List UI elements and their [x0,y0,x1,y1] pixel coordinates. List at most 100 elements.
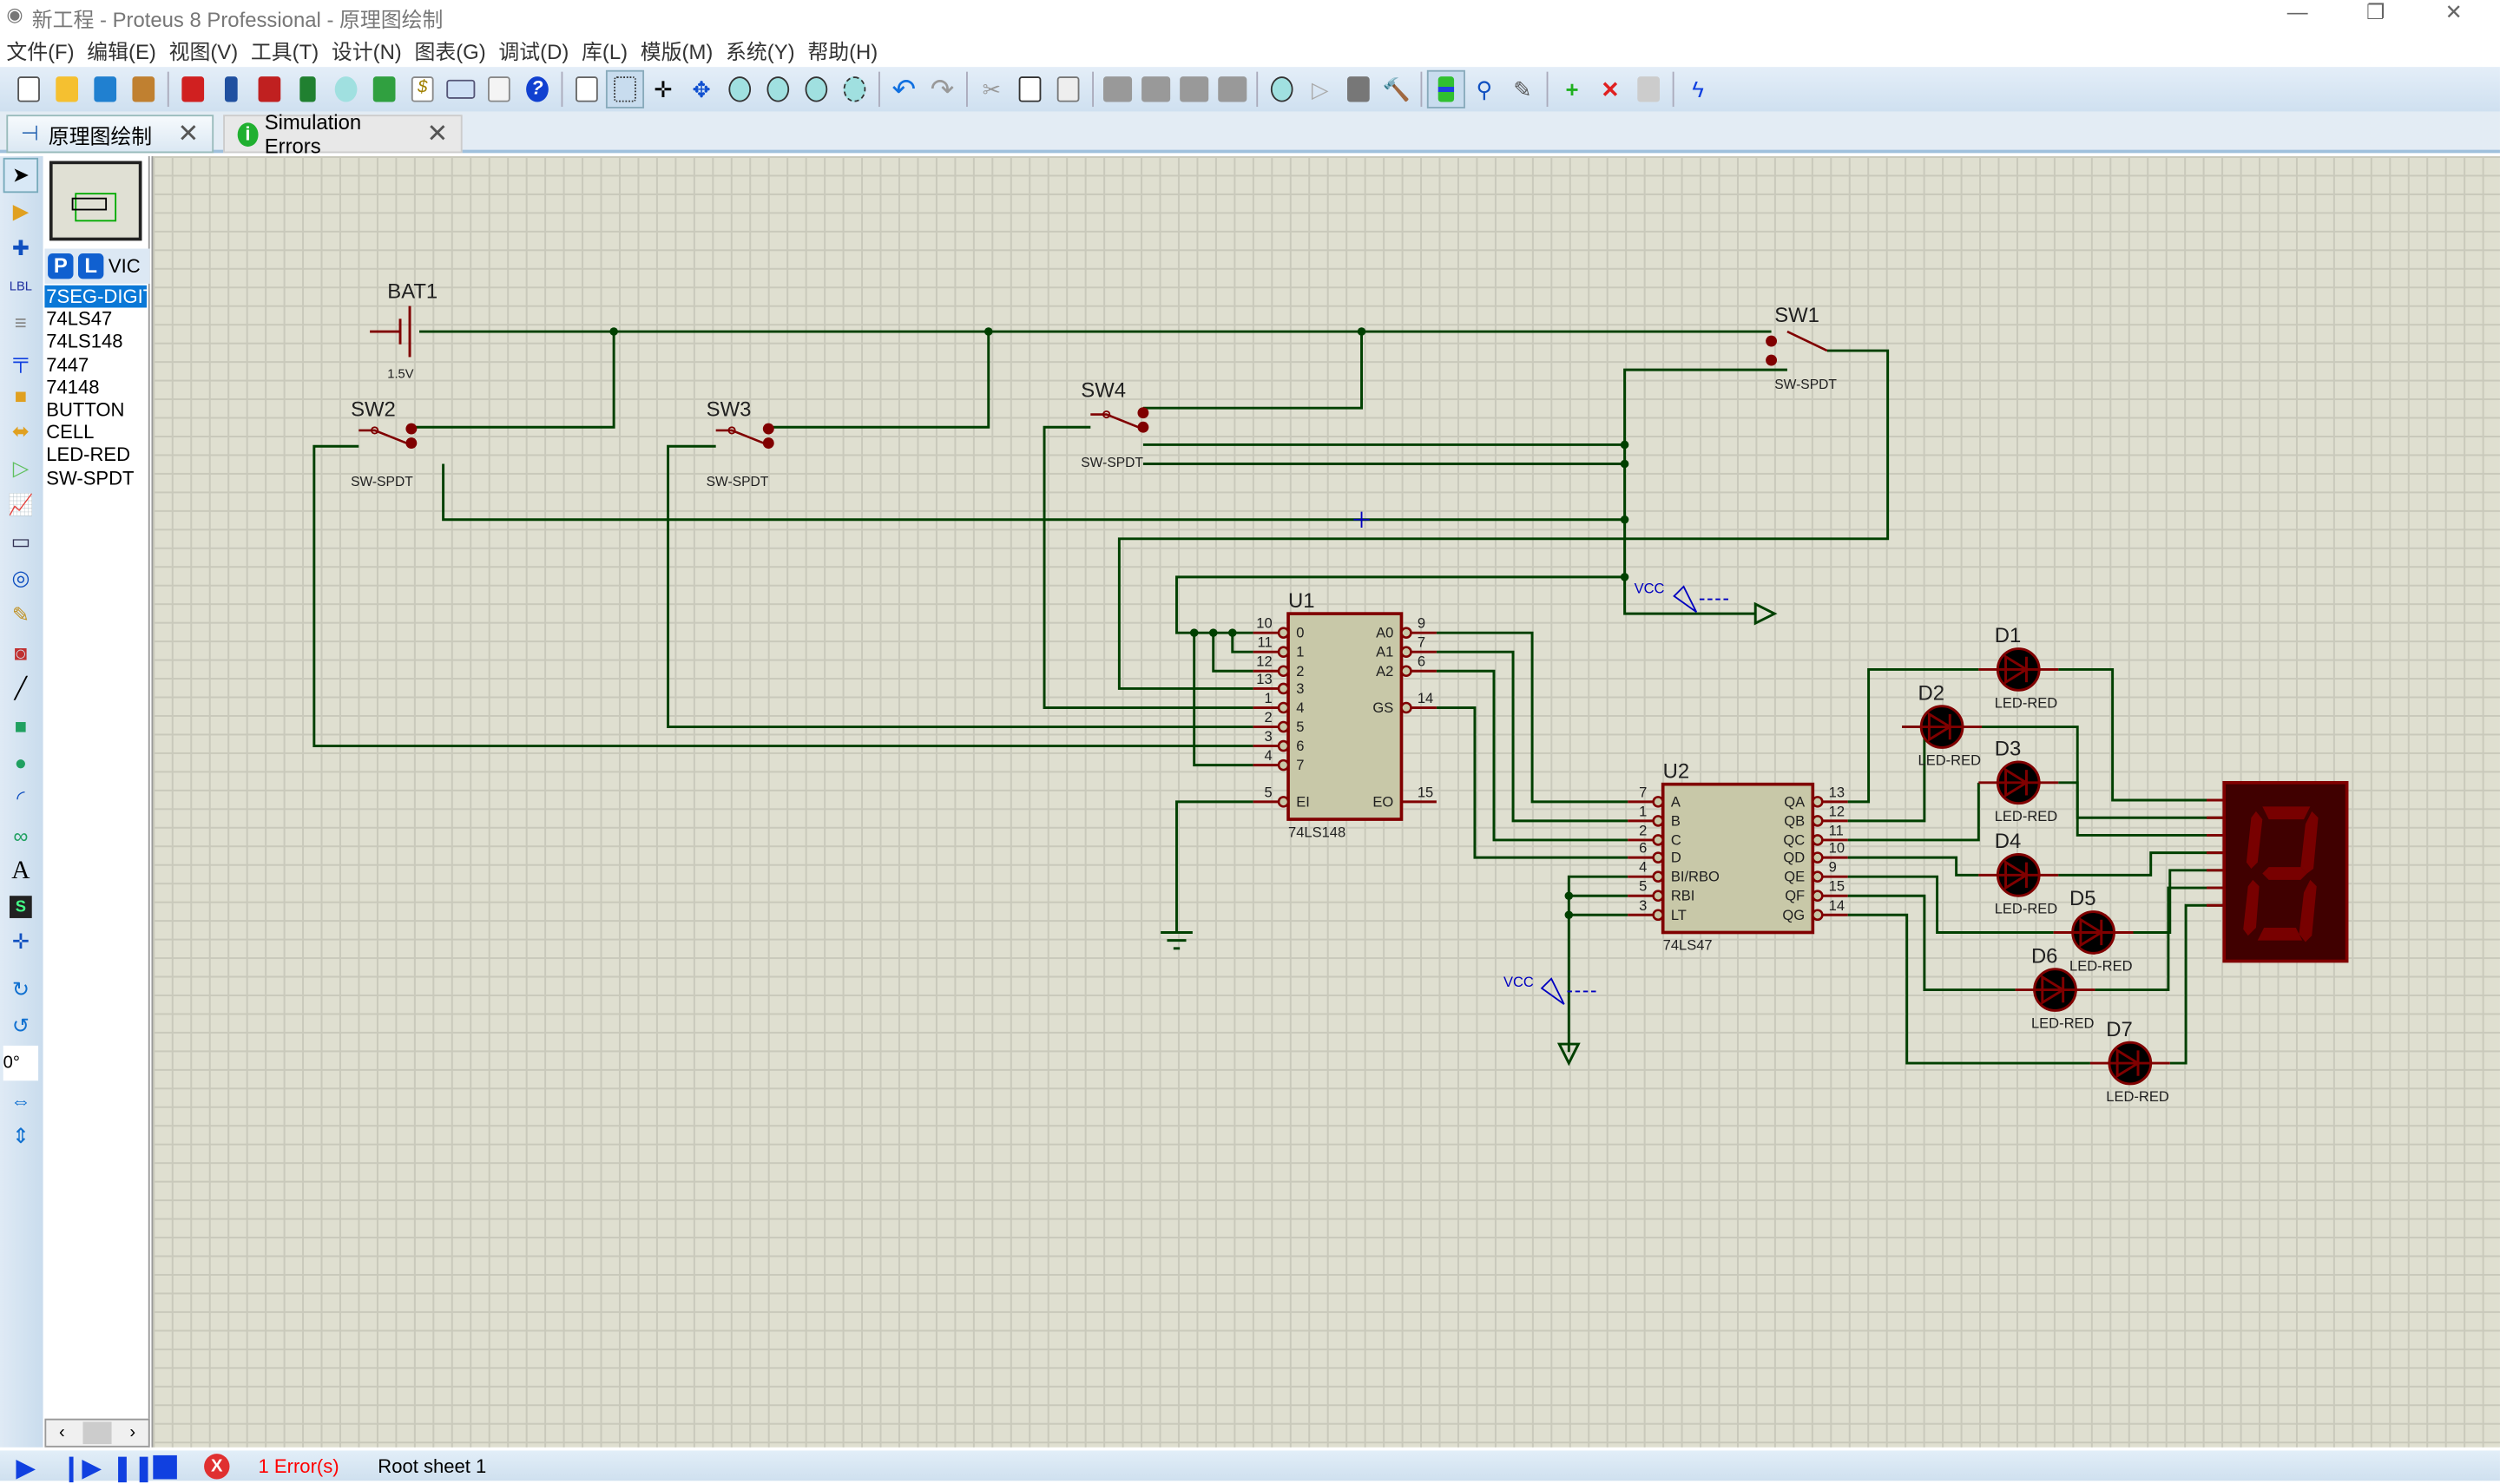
circle-icon[interactable]: ● [3,745,38,779]
pin-bubble[interactable] [1812,909,1824,922]
pause-button[interactable]: ❚❚ [112,1452,155,1484]
text-script-icon[interactable]: ≡ [3,305,38,339]
menu-library[interactable]: 库(L) [582,35,628,67]
arc-icon[interactable]: ◜ [3,781,38,816]
step-button[interactable]: ❙▶ [61,1452,102,1484]
zoom-out-icon[interactable] [759,70,797,108]
wire-label-icon[interactable]: LBL [3,268,38,303]
remove-sheet-icon[interactable]: ✕ [1591,70,1629,108]
rotate-anticlockwise-icon[interactable]: ↺ [3,1009,38,1044]
voltage-probe-icon[interactable]: ✎ [3,598,38,633]
device-item[interactable]: BUTTON [44,398,147,421]
terminals-icon[interactable]: ⬌ [3,415,38,450]
menu-help[interactable]: 帮助(H) [807,35,878,67]
property-assignment-icon[interactable]: ✎ [1503,70,1542,108]
pin-bubble[interactable] [1652,870,1664,883]
pcb-chip-icon[interactable] [250,70,288,108]
pin-bubble[interactable] [1812,890,1824,903]
pcb-layout-icon[interactable] [365,70,404,108]
switch-contact-icon[interactable] [405,423,418,435]
tape-recorder-icon[interactable]: ▭ [3,524,38,559]
pin-bubble[interactable] [1812,834,1824,846]
junction-dot[interactable] [1620,573,1629,581]
device-item[interactable]: SW-SPDT [44,466,147,489]
menu-file[interactable]: 文件(F) [6,35,74,67]
device-pins-icon[interactable]: ▷ [3,451,38,486]
pin-bubble[interactable] [1277,682,1290,695]
menu-tools[interactable]: 工具(T) [251,35,319,67]
device-item[interactable]: 7SEG-DIGIT [44,285,147,308]
play-button[interactable]: ▶ [16,1452,36,1484]
graph-mode-icon[interactable]: 📈 [3,488,38,522]
open-folder-icon[interactable] [48,70,86,108]
minimize-button[interactable]: — [2260,0,2333,32]
pin-bubble[interactable] [1277,758,1290,772]
switch-contact-icon[interactable] [762,423,774,435]
cut-icon[interactable]: ✂ [972,70,1010,108]
source-code-icon[interactable] [442,70,480,108]
pin-bubble[interactable] [1277,665,1290,678]
close-tab-icon[interactable]: ✕ [178,118,200,150]
device-item[interactable]: 74LS47 [44,308,147,331]
buses-icon[interactable]: ╤ [3,341,38,376]
pin-bubble[interactable] [1652,909,1664,922]
pin-bubble[interactable] [1400,665,1412,678]
pin-bubble[interactable] [1812,851,1824,863]
zoom-all-icon[interactable] [797,70,835,108]
schematic-canvas[interactable]: VCC VCC BAT1 1.5V SW2 SW-SPDT SW3 SW-SPDT SW4 SW-… [151,155,2500,1448]
refresh-icon[interactable] [568,70,606,108]
vcc-probe-icon[interactable] [1673,585,1698,614]
generator-icon[interactable]: ◎ [3,561,38,596]
vcc-probe-icon[interactable] [1540,977,1565,1005]
pin-bubble[interactable] [1400,646,1412,659]
new-sheet-icon[interactable]: + [1553,70,1591,108]
block-copy-icon[interactable] [1098,70,1136,108]
redo-icon[interactable]: ↷ [923,70,961,108]
block-delete-icon[interactable] [1214,70,1252,108]
menu-debug[interactable]: 调试(D) [498,35,569,67]
exit-to-parent-icon[interactable] [1629,70,1668,108]
pin-bubble[interactable] [1277,720,1290,733]
box-icon[interactable]: ■ [3,707,38,742]
marker-icon[interactable]: ✛ [3,924,38,959]
schematic-drawing[interactable]: VCC VCC BAT1 1.5V SW2 SW-SPDT SW3 SW-SPDT SW4 SW-… [153,156,2500,1448]
device-item[interactable]: 74LS148 [44,331,147,353]
rotate-clockwise-icon[interactable]: ↻ [3,972,38,1007]
import-icon[interactable] [124,70,162,108]
junction-dot[interactable] [1227,628,1237,637]
pin-bubble[interactable] [1277,701,1290,714]
gerber-view-icon[interactable] [327,70,365,108]
virtual-instruments-icon[interactable]: ◙ [3,634,38,669]
tab-schematic[interactable]: ⊣ 原理图绘制 ✕ [6,115,214,154]
switch-contact-icon[interactable] [1766,335,1778,347]
error-icon[interactable]: X [204,1454,230,1480]
selection-mode-icon[interactable]: ➤ [3,157,39,194]
block-rotate-icon[interactable] [1175,70,1214,108]
pin-bubble[interactable] [1652,851,1664,863]
pin-bubble[interactable] [1812,796,1824,808]
pin-bubble[interactable] [1652,796,1664,808]
paste-icon[interactable] [1049,70,1088,108]
horizontal-scrollbar[interactable]: ‹ › [44,1418,150,1448]
close-button[interactable]: ✕ [2417,0,2490,32]
copy-icon[interactable] [1010,70,1049,108]
grid-toggle-icon[interactable] [605,69,645,108]
packaging-tool-icon[interactable] [1339,70,1378,108]
wire-autorouter-icon[interactable] [1426,69,1465,108]
power-terminal-icon[interactable] [1753,601,1778,626]
make-device-icon[interactable]: ▷ [1301,70,1339,108]
save-icon[interactable] [86,70,124,108]
menu-system[interactable]: 系统(Y) [726,35,795,67]
stop-button[interactable] [153,1454,177,1480]
segment-a[interactable] [2262,806,2311,820]
new-file-icon[interactable] [10,70,48,108]
bill-of-materials-icon[interactable]: $ [404,70,442,108]
pin-bubble[interactable] [1812,870,1824,883]
home-icon[interactable] [174,70,212,108]
component-mode-icon[interactable]: ▶ [3,194,38,229]
scroll-thumb[interactable] [82,1422,112,1445]
origin-icon[interactable]: ✛ [644,70,682,108]
zoom-area-icon[interactable] [835,70,873,108]
segment-d[interactable] [2257,927,2303,941]
tab-simulation-errors[interactable]: i Simulation Errors ✕ [223,110,463,158]
